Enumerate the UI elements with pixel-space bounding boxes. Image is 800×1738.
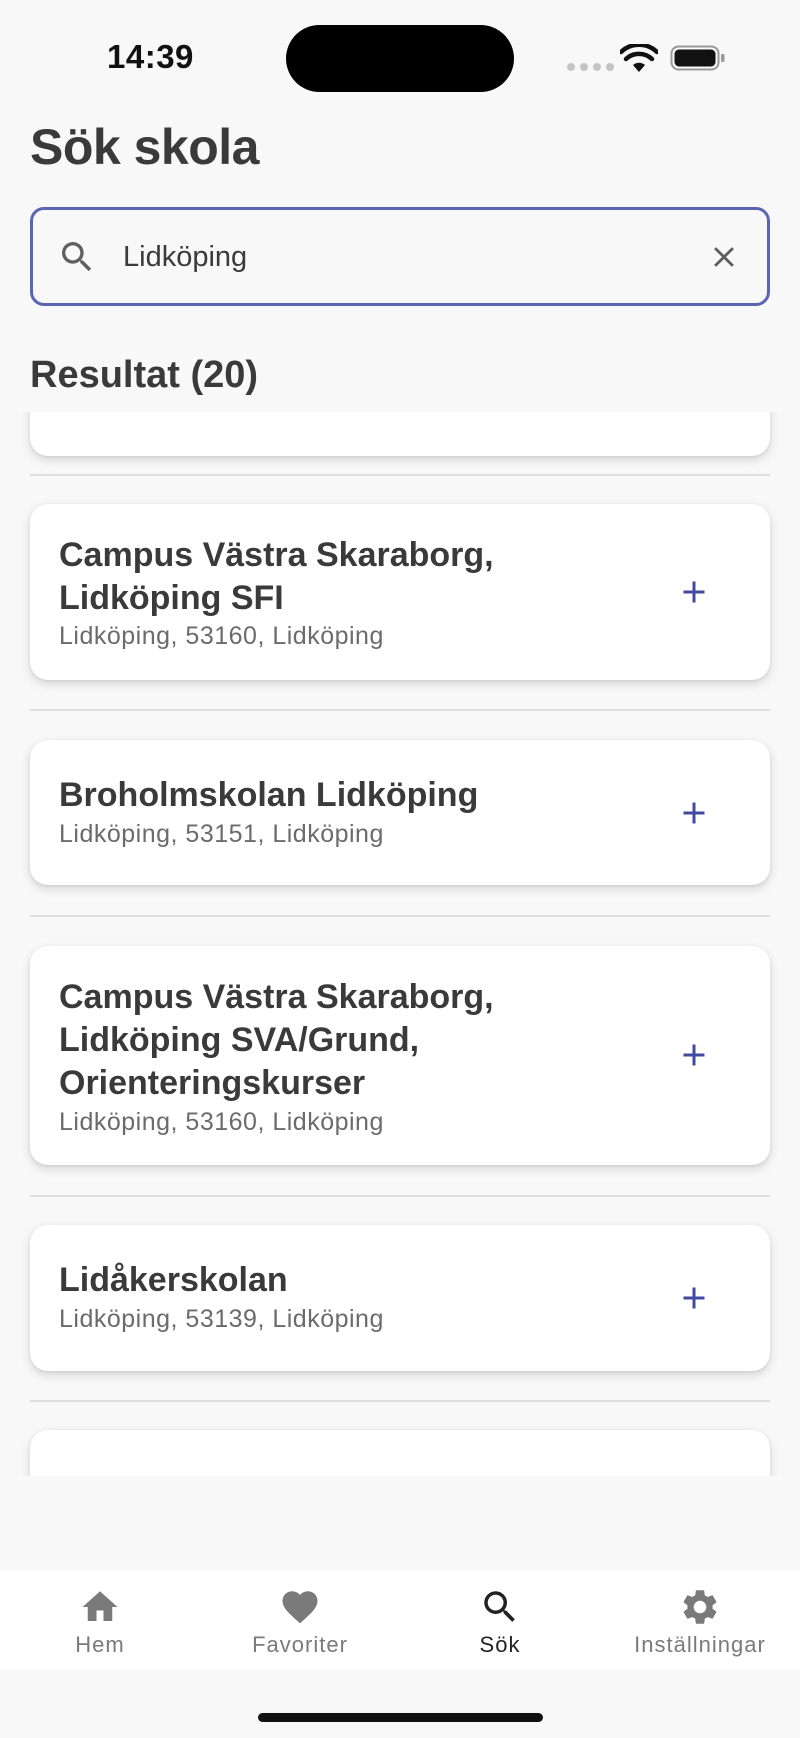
add-favorite-icon[interactable]	[676, 1280, 712, 1316]
result-card[interactable]: Campus Västra Skaraborg, Lidköping SFI L…	[30, 504, 770, 680]
nav-item-home[interactable]: Hem	[0, 1570, 200, 1670]
clear-icon[interactable]	[707, 240, 741, 274]
divider	[30, 709, 770, 711]
result-card-partial[interactable]	[30, 412, 770, 456]
dynamic-island	[286, 25, 514, 92]
battery-icon	[670, 45, 725, 71]
status-time: 14:39	[107, 38, 194, 75]
nav-item-search[interactable]: Sök	[400, 1570, 600, 1670]
result-card[interactable]: Broholmskolan Lidköping Lidköping, 53151…	[30, 740, 770, 885]
school-location: Lidköping, 53139, Lidköping	[59, 1305, 384, 1333]
search-input[interactable]	[123, 230, 683, 284]
bottom-nav: Hem Favoriter Sök Inställningar	[0, 1570, 800, 1670]
divider	[30, 474, 770, 476]
cellular-signal-icon	[567, 63, 614, 71]
results-header: Resultat (20)	[30, 354, 259, 396]
school-location: Lidköping, 53160, Lidköping	[59, 622, 384, 650]
heart-icon	[282, 1591, 318, 1624]
school-name: Broholmskolan Lidköping	[59, 776, 479, 814]
home-indicator[interactable]	[258, 1713, 543, 1722]
school-location: Lidköping, 53151, Lidköping	[59, 820, 384, 848]
nav-label: Sök	[479, 1632, 521, 1657]
search-field[interactable]	[30, 207, 770, 306]
school-location: Lidköping, 53160, Lidköping	[59, 1108, 384, 1136]
result-card[interactable]: Lidåkerskolan Lidköping, 53139, Lidköpin…	[30, 1225, 770, 1371]
home-icon	[82, 1591, 118, 1621]
search-icon	[484, 1591, 515, 1622]
nav-item-favorites[interactable]: Favoriter	[200, 1570, 400, 1670]
status-bar: 14:39	[0, 0, 800, 100]
result-card[interactable]: Campus Västra Skaraborg, Lidköping SVA/G…	[30, 946, 770, 1165]
divider	[30, 1195, 770, 1197]
wifi-icon	[620, 44, 658, 72]
add-favorite-icon[interactable]	[676, 795, 712, 831]
nav-label: Hem	[75, 1632, 125, 1657]
add-favorite-icon[interactable]	[676, 574, 712, 610]
result-card-partial[interactable]	[30, 1430, 770, 1476]
nav-item-settings[interactable]: Inställningar	[600, 1570, 800, 1670]
add-favorite-icon[interactable]	[676, 1037, 712, 1073]
search-icon	[62, 242, 92, 272]
divider	[30, 915, 770, 917]
nav-label: Favoriter	[252, 1632, 348, 1657]
nav-label: Inställningar	[634, 1632, 766, 1657]
results-list[interactable]: Campus Västra Skaraborg, Lidköping SFI L…	[0, 412, 800, 1476]
divider	[30, 1400, 770, 1402]
school-name: Campus Västra Skaraborg, Lidköping SFI	[59, 536, 494, 617]
page-title: Sök skola	[30, 119, 259, 175]
school-name: Campus Västra Skaraborg, Lidköping SVA/G…	[59, 978, 494, 1102]
gear-icon	[683, 1590, 717, 1624]
school-name: Lidåkerskolan	[59, 1261, 288, 1299]
